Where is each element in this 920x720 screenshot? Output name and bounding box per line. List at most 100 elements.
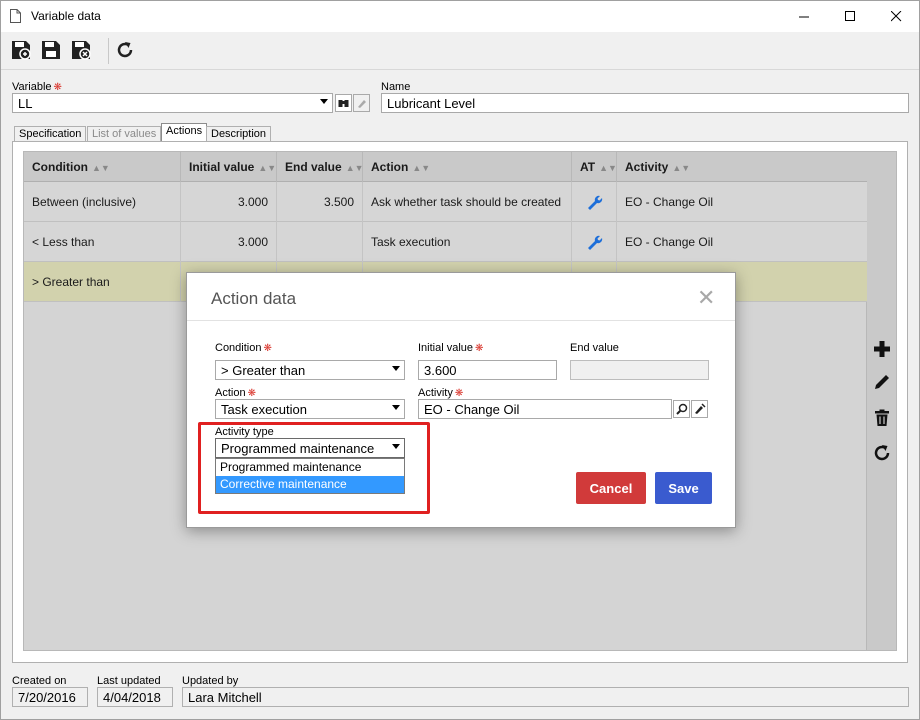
cell-activity: EO - Change Oil: [625, 235, 714, 249]
required-icon: ❋: [475, 343, 484, 354]
action-select[interactable]: Task execution: [215, 399, 405, 419]
edit-icon: [875, 375, 889, 389]
clear-variable-button[interactable]: [353, 94, 370, 112]
eraser-icon: [694, 403, 706, 414]
close-icon[interactable]: ✕: [697, 285, 715, 311]
tab-actions[interactable]: Actions: [161, 123, 208, 142]
refresh-icon: [117, 42, 133, 58]
activity-search-button[interactable]: [673, 400, 690, 418]
cell-condition: < Less than: [24, 222, 181, 262]
sort-icon: ▲▼: [91, 163, 110, 173]
close-window-button[interactable]: [873, 1, 919, 32]
cell-end-value: 3.500: [277, 182, 363, 222]
column-initial-value[interactable]: Initial value ▲▼: [181, 152, 277, 182]
updated-by-field: Lara Mitchell: [182, 687, 909, 707]
delete-button[interactable]: [872, 407, 892, 429]
cell-condition: > Greater than: [24, 262, 181, 302]
eraser-icon: [358, 99, 366, 108]
chevron-down-icon: [392, 405, 400, 410]
cell-at: [572, 182, 617, 222]
required-icon: ❋: [263, 343, 272, 354]
required-icon: ❋: [454, 388, 464, 399]
created-on-field: 7/20/2016: [12, 687, 88, 707]
add-icon: [874, 341, 890, 357]
activity-input[interactable]: EO - Change Oil: [418, 399, 672, 419]
grid-side-toolbar: [867, 151, 897, 651]
search-icon: [675, 403, 687, 415]
cell-at: [572, 222, 617, 262]
end-value-input[interactable]: [570, 360, 709, 380]
grid-header: Condition ▲▼ Initial value ▲▼ End value ▲▼ …: [24, 152, 868, 182]
table-row[interactable]: Between (inclusive) 3.000 3.500 Ask whet…: [24, 182, 868, 222]
column-end-value[interactable]: End value ▲▼: [277, 152, 364, 182]
save-button[interactable]: [39, 38, 63, 62]
required-icon: ❋: [53, 82, 62, 93]
initial-value-input[interactable]: 3.600: [418, 360, 557, 380]
binoculars-icon: [338, 100, 349, 107]
column-at[interactable]: AT ▲▼: [572, 152, 617, 182]
sort-icon: ▲▼: [672, 163, 691, 173]
toolbar-separator: [108, 38, 109, 64]
last-updated-label: Last updated: [97, 675, 161, 687]
save-icon: [42, 41, 60, 59]
refresh-grid-button[interactable]: [872, 442, 892, 464]
save-close-button[interactable]: [69, 38, 93, 62]
document-icon: [10, 9, 21, 23]
save-new-button[interactable]: [9, 38, 33, 62]
variable-data-window: Variable data Variable ❋ LL Name Lubrica…: [0, 0, 920, 720]
required-icon: ❋: [247, 388, 256, 399]
column-activity[interactable]: Activity ▲▼: [617, 152, 868, 182]
minimize-button[interactable]: [781, 1, 827, 32]
maximize-button[interactable]: [827, 1, 873, 32]
column-condition[interactable]: Condition ▲▼: [24, 152, 181, 182]
wrench-icon: [588, 195, 603, 210]
wrench-icon: [588, 235, 603, 250]
name-label: Name: [381, 81, 411, 93]
refresh-icon: [874, 445, 890, 461]
save-dialog-button[interactable]: Save: [655, 472, 712, 504]
cell-initial-value: 3.000: [181, 182, 277, 222]
activity-label: Activity ❋: [418, 387, 464, 399]
table-row[interactable]: < Less than 3.000 Task execution EO - Ch…: [24, 222, 868, 262]
dialog-divider: [187, 320, 735, 321]
cell-initial-value: 3.000: [181, 222, 277, 262]
cancel-button[interactable]: Cancel: [576, 472, 646, 504]
refresh-button[interactable]: [113, 38, 137, 62]
sort-icon: ▲▼: [412, 163, 431, 173]
add-button[interactable]: [872, 338, 892, 360]
activity-clear-button[interactable]: [691, 400, 708, 418]
created-on-label: Created on: [12, 675, 67, 687]
variable-label: Variable ❋: [12, 81, 62, 93]
sort-icon: ▲▼: [599, 163, 617, 173]
sort-icon: ▲▼: [345, 163, 364, 173]
cell-end-value: [277, 222, 363, 262]
title-bar: Variable data: [1, 1, 919, 32]
cell-action: Ask whether task should be created: [363, 182, 572, 222]
edit-button[interactable]: [872, 371, 892, 393]
end-value-label: End value: [570, 342, 619, 354]
binoculars-button[interactable]: [335, 94, 352, 112]
column-action[interactable]: Action ▲▼: [363, 152, 572, 182]
updated-by-label: Updated by: [182, 675, 239, 687]
tab-description[interactable]: Description: [206, 126, 272, 142]
last-updated-field: 4/04/2018: [97, 687, 173, 707]
cell-activity: EO - Change Oil: [625, 195, 714, 209]
save-new-icon: [12, 41, 31, 60]
tab-specification[interactable]: Specification: [14, 126, 87, 142]
sort-icon: ▲▼: [258, 163, 277, 173]
condition-select[interactable]: > Greater than: [215, 360, 405, 380]
window-title: Variable data: [31, 9, 101, 23]
name-input[interactable]: Lubricant Level: [381, 93, 909, 113]
action-label: Action ❋: [215, 387, 256, 399]
toolbar: [1, 32, 919, 70]
condition-label: Condition ❋: [215, 342, 272, 354]
delete-icon: [875, 409, 889, 426]
variable-select[interactable]: LL: [12, 93, 333, 113]
tab-list-of-values[interactable]: List of values: [87, 126, 162, 142]
chevron-down-icon: [320, 99, 328, 104]
cell-condition: Between (inclusive): [24, 182, 181, 222]
dialog-title: Action data: [211, 289, 297, 308]
highlight-callout: [198, 422, 430, 514]
save-close-icon: [72, 41, 91, 60]
chevron-down-icon: [392, 366, 400, 371]
